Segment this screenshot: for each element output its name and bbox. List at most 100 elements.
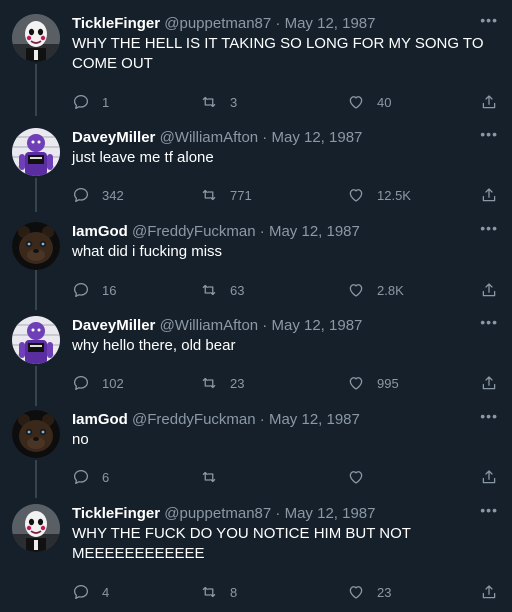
thread-line [35, 460, 37, 498]
reply-button[interactable]: 102 [72, 373, 124, 393]
display-name[interactable]: TickleFinger [72, 505, 160, 522]
like-button[interactable]: 12.5K [347, 185, 411, 205]
display-name[interactable]: IamGod [72, 411, 128, 428]
retweet-button[interactable]: 63 [200, 280, 244, 300]
retweet-icon [202, 96, 216, 108]
separator: · [255, 223, 269, 240]
like-button[interactable]: 2.8K [347, 280, 404, 300]
tweet-text: WHY THE HELL IS IT TAKING SO LONG FOR MY… [72, 35, 484, 72]
reply-button[interactable]: 4 [72, 582, 109, 602]
freddy-avatar-icon [12, 410, 60, 458]
separator: · [258, 129, 272, 146]
reply-button[interactable]: 342 [72, 185, 124, 205]
retweet-count: 3 [230, 94, 238, 110]
tweet-header: IamGod @FreddyFuckman · May 12, 1987 [72, 222, 360, 242]
avatar[interactable] [12, 316, 60, 364]
like-count: 40 [377, 94, 392, 110]
like-count: 12.5K [377, 187, 411, 203]
retweet-count: 8 [230, 584, 238, 600]
retweet-icon [202, 377, 216, 389]
reply-button[interactable]: 1 [72, 92, 109, 112]
heart-icon [349, 189, 363, 202]
purple-guy-avatar-icon [12, 316, 60, 364]
more-icon[interactable]: ••• [480, 312, 498, 332]
retweet-button[interactable] [200, 467, 230, 487]
share-button[interactable] [480, 467, 498, 487]
timestamp[interactable]: May 12, 1987 [285, 505, 376, 522]
share-button[interactable] [480, 582, 498, 602]
reply-icon [73, 94, 89, 110]
timestamp[interactable]: May 12, 1987 [271, 317, 362, 334]
like-count: 23 [377, 584, 392, 600]
share-icon [482, 376, 496, 390]
timestamp[interactable]: May 12, 1987 [271, 129, 362, 146]
like-button[interactable] [347, 467, 377, 487]
share-icon [482, 585, 496, 599]
display-name[interactable]: DaveyMiller [72, 317, 155, 334]
handle[interactable]: @WilliamAfton [160, 317, 259, 334]
thread-line [35, 178, 37, 212]
tweet-header: TickleFinger @puppetman87 · May 12, 1987 [72, 504, 376, 524]
timestamp[interactable]: May 12, 1987 [269, 411, 360, 428]
retweet-button[interactable]: 771 [200, 185, 252, 205]
retweet-button[interactable]: 8 [200, 582, 237, 602]
reply-count: 1 [102, 94, 110, 110]
tweet-text: why hello there, old bear [72, 337, 236, 354]
tweet-text: just leave me tf alone [72, 149, 214, 166]
retweet-count: 63 [230, 282, 245, 298]
share-icon [482, 95, 496, 109]
avatar[interactable] [12, 410, 60, 458]
handle[interactable]: @FreddyFuckman [132, 223, 256, 240]
share-button[interactable] [480, 185, 498, 205]
thread-line [35, 366, 37, 406]
tweet-header: IamGod @FreddyFuckman · May 12, 1987 [72, 410, 360, 430]
tweet-actions: 102 23 995 [72, 373, 502, 393]
thread-line [35, 270, 37, 310]
reply-icon [73, 469, 89, 485]
share-button[interactable] [480, 280, 498, 300]
display-name[interactable]: IamGod [72, 223, 128, 240]
display-name[interactable]: DaveyMiller [72, 129, 155, 146]
reply-button[interactable]: 16 [72, 280, 116, 300]
separator: · [255, 411, 269, 428]
retweet-icon [202, 189, 216, 201]
avatar[interactable] [12, 14, 60, 62]
freddy-avatar-icon [12, 222, 60, 270]
retweet-button[interactable]: 23 [200, 373, 244, 393]
handle[interactable]: @puppetman87 [164, 15, 271, 32]
reply-button[interactable]: 6 [72, 467, 109, 487]
retweet-icon [202, 586, 216, 598]
like-button[interactable]: 23 [347, 582, 391, 602]
share-button[interactable] [480, 92, 498, 112]
tweet-header: DaveyMiller @WilliamAfton · May 12, 1987 [72, 128, 362, 148]
retweet-button[interactable]: 3 [200, 92, 237, 112]
timestamp[interactable]: May 12, 1987 [285, 15, 376, 32]
handle[interactable]: @WilliamAfton [160, 129, 259, 146]
heart-icon [349, 471, 363, 484]
more-icon[interactable]: ••• [480, 406, 498, 426]
more-icon[interactable]: ••• [480, 124, 498, 144]
reply-count: 342 [102, 187, 124, 203]
heart-icon [349, 586, 363, 599]
reply-count: 102 [102, 375, 124, 391]
reply-count: 6 [102, 469, 110, 485]
reply-icon [73, 584, 89, 600]
separator: · [271, 15, 285, 32]
timestamp[interactable]: May 12, 1987 [269, 223, 360, 240]
tweet-header: DaveyMiller @WilliamAfton · May 12, 1987 [72, 316, 362, 336]
reply-count: 16 [102, 282, 117, 298]
share-icon [482, 188, 496, 202]
like-button[interactable]: 995 [347, 373, 399, 393]
puppet-avatar-icon [12, 504, 60, 552]
avatar[interactable] [12, 128, 60, 176]
share-button[interactable] [480, 373, 498, 393]
handle[interactable]: @FreddyFuckman [132, 411, 256, 428]
like-button[interactable]: 40 [347, 92, 391, 112]
more-icon[interactable]: ••• [480, 500, 498, 520]
handle[interactable]: @puppetman87 [164, 505, 271, 522]
avatar[interactable] [12, 222, 60, 270]
more-icon[interactable]: ••• [480, 218, 498, 238]
avatar[interactable] [12, 504, 60, 552]
display-name[interactable]: TickleFinger [72, 15, 160, 32]
more-icon[interactable]: ••• [480, 10, 498, 30]
